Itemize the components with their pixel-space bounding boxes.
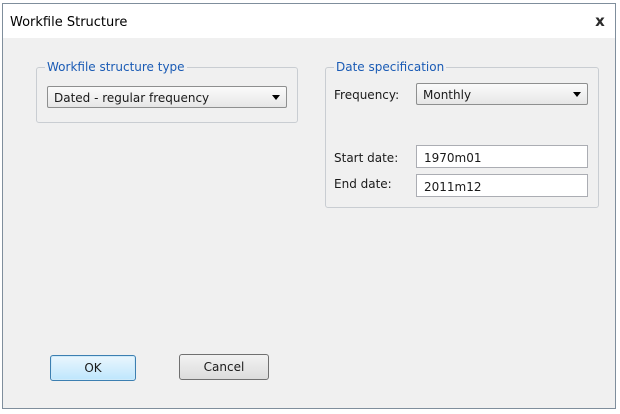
- structure-type-dropdown[interactable]: Dated - regular frequency: [47, 86, 287, 108]
- end-date-field[interactable]: 2011m12: [416, 174, 588, 197]
- start-date-field[interactable]: 1970m01: [416, 145, 588, 168]
- structure-type-legend: Workfile structure type: [45, 60, 187, 74]
- close-icon[interactable]: x: [591, 12, 609, 30]
- chevron-down-icon: [272, 95, 280, 100]
- structure-type-group: Workfile structure type Dated - regular …: [36, 60, 298, 123]
- title-bar: Workfile Structure x: [3, 4, 615, 38]
- ok-button[interactable]: OK: [50, 355, 136, 381]
- structure-type-value: Dated - regular frequency: [54, 91, 210, 105]
- end-date-label: End date:: [334, 177, 392, 191]
- start-date-label: Start date:: [334, 151, 399, 165]
- chevron-down-icon: [573, 92, 581, 97]
- frequency-label: Frequency:: [334, 88, 400, 102]
- frequency-value: Monthly: [423, 88, 472, 102]
- cancel-button[interactable]: Cancel: [179, 354, 269, 380]
- dialog-title: Workfile Structure: [10, 15, 128, 30]
- frequency-dropdown[interactable]: Monthly: [416, 83, 588, 105]
- workfile-structure-dialog: Workfile Structure x Workfile structure …: [2, 3, 616, 409]
- date-specification-legend: Date specification: [334, 60, 447, 74]
- date-specification-group: Date specification Frequency: Monthly St…: [325, 60, 599, 208]
